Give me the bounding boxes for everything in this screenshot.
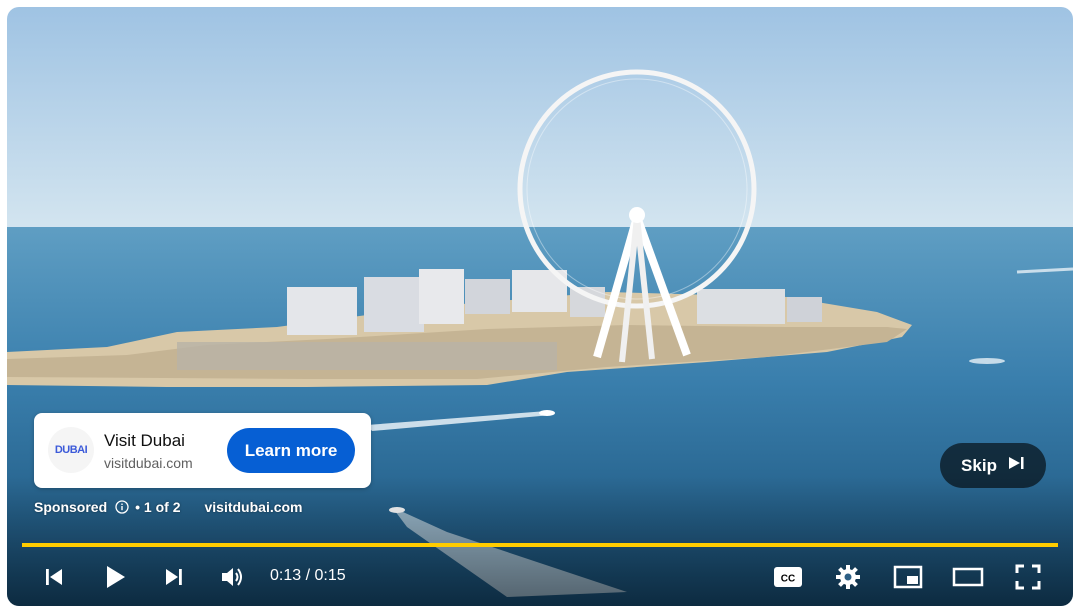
advertiser-logo: DUBAI [48,427,94,473]
control-bar: 0:13 / 0:15 CC [7,555,1073,599]
sponsored-line: Sponsored • 1 of 2 visitdubai.com [34,499,303,515]
ad-position: • 1 of 2 [135,499,181,515]
cc-icon[interactable]: CC [770,559,806,595]
previous-icon[interactable] [36,559,72,595]
miniplayer-icon[interactable] [890,559,926,595]
sponsored-label: Sponsored [34,499,108,515]
building [287,287,357,335]
play-icon[interactable] [97,559,133,595]
advertiser-logo-text: DUBAI [54,444,88,456]
progress-bar[interactable] [22,543,1058,547]
svg-text:CC: CC [781,574,795,585]
skip-ad-button[interactable]: Skip [940,443,1046,488]
skip-next-icon [1007,455,1025,476]
settings-icon[interactable] [830,559,866,595]
volume-icon[interactable] [215,559,251,595]
video-player[interactable]: DUBAI Visit Dubai visitdubai.com Learn m… [7,7,1073,606]
theater-icon[interactable] [950,559,986,595]
ad-card[interactable]: DUBAI Visit Dubai visitdubai.com Learn m… [34,413,371,488]
ad-domain: visitdubai.com [104,455,193,471]
fullscreen-icon[interactable] [1010,559,1046,595]
skip-label: Skip [961,455,997,475]
learn-more-button[interactable]: Learn more [227,428,355,473]
time-display: 0:13 / 0:15 [270,567,346,584]
next-icon[interactable] [156,559,192,595]
sponsored-domain[interactable]: visitdubai.com [204,499,302,515]
info-icon[interactable] [115,500,129,514]
ad-title: Visit Dubai [104,431,185,450]
